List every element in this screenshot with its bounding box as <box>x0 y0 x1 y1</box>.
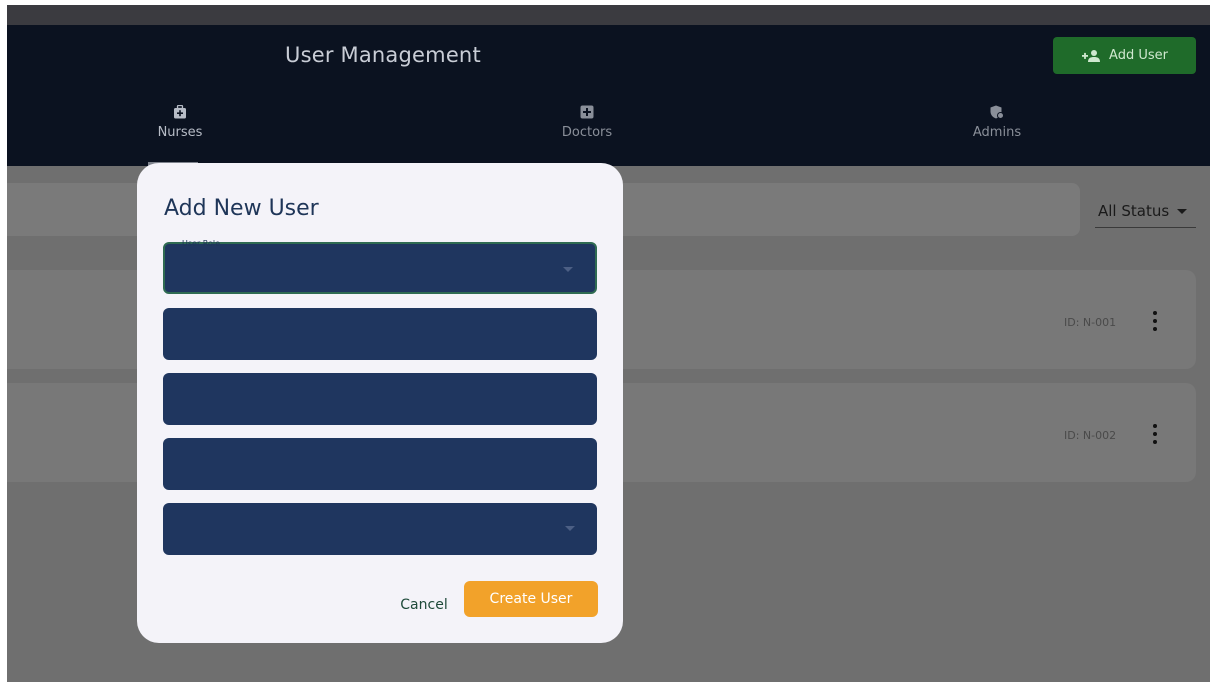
text-field-3[interactable] <box>163 373 597 425</box>
admin-shield-icon <box>990 105 1004 119</box>
status-filter-select[interactable]: All Status <box>1095 195 1196 228</box>
create-user-button[interactable]: Create User <box>464 581 598 617</box>
add-user-icon <box>1082 49 1101 62</box>
chevron-down-icon <box>563 267 573 272</box>
tab-doctors-label: Doctors <box>561 125 613 140</box>
user-id: ID: N-001 <box>1064 316 1117 329</box>
select-field-5[interactable] <box>163 503 597 555</box>
tab-admins[interactable]: Admins <box>937 105 1057 140</box>
text-field-2[interactable] <box>163 308 597 360</box>
chevron-down-icon <box>1177 208 1188 214</box>
tab-admins-label: Admins <box>972 125 1022 140</box>
more-options-icon[interactable] <box>1149 309 1161 333</box>
tab-nurses[interactable]: Nurses <box>120 105 240 140</box>
browser-strip <box>7 5 1210 25</box>
medical-bag-icon <box>174 105 186 119</box>
text-field-4[interactable] <box>163 438 597 490</box>
user-role-label: User Role <box>182 239 221 248</box>
dialog-title: Add New User <box>164 196 319 221</box>
tab-nurses-label: Nurses <box>157 125 203 140</box>
medical-cross-icon <box>580 105 594 119</box>
user-role-select[interactable]: User Role <box>163 239 597 294</box>
user-id: ID: N-002 <box>1064 429 1117 442</box>
add-user-dialog: Add New User User Role Cancel Create Use… <box>137 163 623 643</box>
add-user-label: Add User <box>1109 48 1168 63</box>
chevron-down-icon <box>565 526 575 531</box>
app-bar: User Management Add User Nurses Doctors … <box>7 25 1210 166</box>
cancel-button[interactable]: Cancel <box>389 587 459 623</box>
status-filter-value: All Status <box>1098 202 1170 220</box>
add-user-button[interactable]: Add User <box>1053 37 1196 74</box>
more-options-icon[interactable] <box>1149 422 1161 446</box>
app-window: User Management Add User Nurses Doctors … <box>7 5 1210 682</box>
page-title: User Management <box>285 43 481 67</box>
tab-doctors[interactable]: Doctors <box>527 105 647 140</box>
